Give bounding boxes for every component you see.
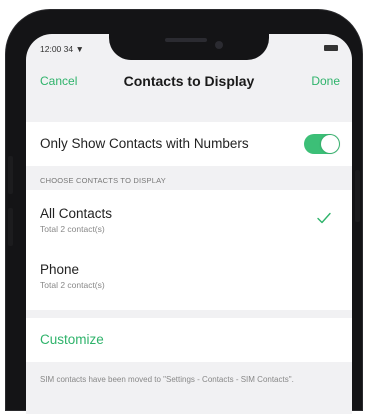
power-button — [355, 170, 360, 222]
screen: 12:00 34 ▼ Cancel Contacts to Display Do… — [26, 34, 352, 414]
phone-frame: 12:00 34 ▼ Cancel Contacts to Display Do… — [6, 10, 362, 414]
source-item-phone[interactable]: Phone Total 2 contact(s) — [26, 250, 352, 306]
speaker-grille — [165, 38, 207, 42]
switch-knob — [321, 135, 339, 153]
contact-source-list: All Contacts Total 2 contact(s) Phone To… — [26, 190, 352, 310]
only-numbers-row[interactable]: Only Show Contacts with Numbers — [26, 122, 352, 166]
front-camera — [215, 41, 223, 49]
customize-row[interactable]: Customize — [26, 318, 352, 362]
section-header: CHOOSE CONTACTS TO DISPLAY — [40, 176, 166, 185]
notch — [109, 34, 269, 60]
customize-label: Customize — [40, 332, 104, 347]
source-name: Phone — [40, 262, 80, 277]
page-title: Contacts to Display — [123, 73, 255, 89]
done-button[interactable]: Done — [311, 74, 340, 88]
only-numbers-switch[interactable] — [304, 134, 340, 154]
volume-up-button — [8, 156, 13, 194]
only-numbers-label: Only Show Contacts with Numbers — [40, 136, 249, 151]
battery-icon — [324, 45, 338, 51]
source-count: Total 2 contact(s) — [40, 280, 105, 290]
checkmark-icon — [317, 212, 331, 224]
status-time: 12:00 34 ▼ — [40, 44, 84, 54]
source-item-all-contacts[interactable]: All Contacts Total 2 contact(s) — [26, 194, 352, 250]
source-name: All Contacts — [40, 206, 113, 221]
source-count: Total 2 contact(s) — [40, 224, 105, 234]
volume-down-button — [8, 208, 13, 246]
footer-note: SIM contacts have been moved to "Setting… — [40, 375, 294, 384]
navigation-bar: Cancel Contacts to Display Done — [26, 64, 352, 100]
